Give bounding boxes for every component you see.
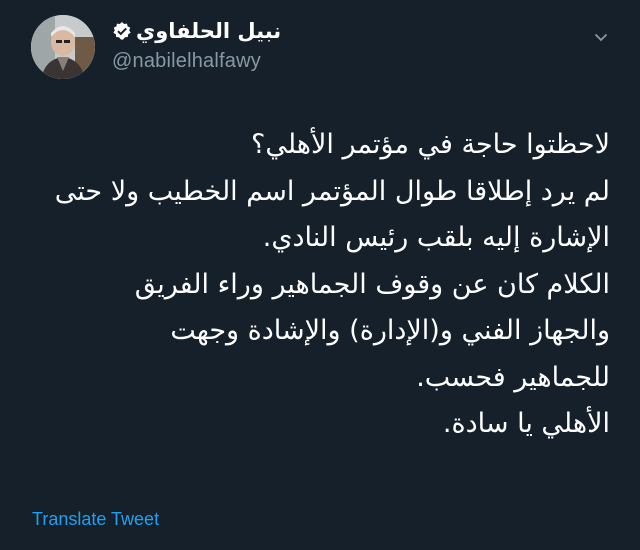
profile-photo [31, 15, 95, 79]
tweet-line: لم يرد إطلاقا طوال المؤتمر اسم الخطيب ول… [54, 175, 610, 207]
translate-tweet-link[interactable]: Translate Tweet [32, 509, 159, 530]
tweet-line: الإشارة إليه بلقب رئيس النادي. [262, 222, 610, 253]
display-name-row[interactable]: نبيل الحلفاوي [112, 18, 372, 44]
tweet-line: والجهاز الفني و(الإدارة) والإشادة وجهت [170, 315, 610, 346]
tweet-header: نبيل الحلفاوي @nabilelhalfawy [20, 10, 620, 82]
tweet-line: للجماهير فحسب. [416, 361, 610, 393]
tweet-text: لاحظتوا حاجة في مؤتمر الأهلي؟ لم يرد إطل… [20, 122, 610, 448]
tweet-line: لاحظتوا حاجة في مؤتمر الأهلي؟ [250, 129, 610, 160]
tweet-card: نبيل الحلفاوي @nabilelhalfawy لاحظتوا حا… [0, 0, 640, 550]
tweet-line: الكلام كان عن وقوف الجماهير وراء الفريق [134, 268, 610, 300]
author-names: نبيل الحلفاوي @nabilelhalfawy [112, 18, 372, 73]
tweet-line: الأهلي يا سادة. [442, 408, 610, 439]
chevron-down-icon[interactable] [594, 30, 608, 44]
author-handle[interactable]: @nabilelhalfawy [112, 50, 372, 73]
display-name: نبيل الحلفاوي [136, 19, 282, 43]
verified-badge-icon [112, 21, 132, 41]
avatar[interactable] [31, 15, 95, 79]
